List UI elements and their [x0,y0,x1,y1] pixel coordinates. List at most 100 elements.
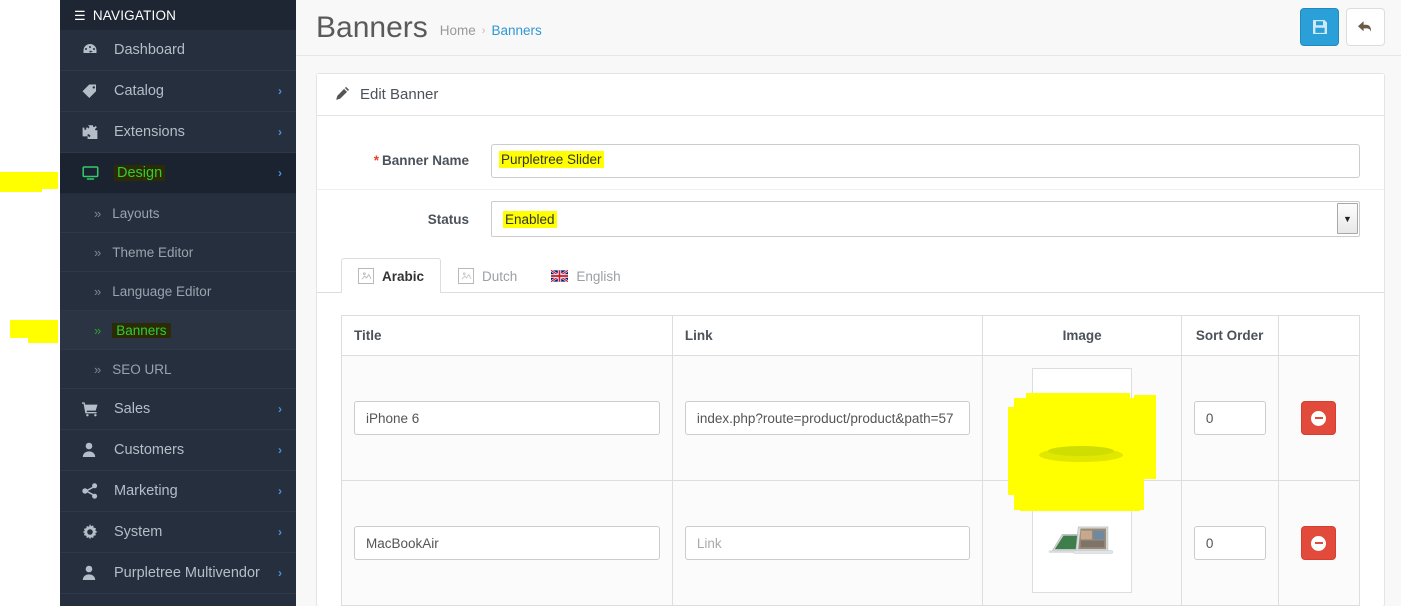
tab-dutch[interactable]: Dutch [441,258,534,293]
desktop-icon [82,165,104,181]
column-header-image: Image [982,315,1182,356]
sidebar-item-extensions[interactable]: Extensions › [60,112,296,153]
header-actions [1300,8,1385,46]
row-title-input[interactable] [354,526,660,560]
row-sort-order-input[interactable] [1193,401,1266,435]
column-header-sort-order: Sort Order [1180,315,1279,356]
panel-title: Edit Banner [360,86,439,103]
sidebar-item-design[interactable]: Design › [60,153,296,194]
breadcrumb: Home › Banners [440,17,542,38]
highlighter-mark-design-2 [0,186,42,192]
cell-image [982,355,1182,481]
tab-label: Arabic [382,268,425,284]
sidebar-item-label: Extensions [114,124,185,140]
sidebar-item-label: Sales [114,401,151,417]
sidebar-item-purpletree-multivendor[interactable]: Purpletree Multivendor › [60,553,296,594]
tab-english[interactable]: English [534,258,637,293]
remove-row-button[interactable] [1301,401,1337,435]
cell-title [341,480,673,606]
required-marker: * [373,153,379,168]
sidebar-item-label: Design [114,165,166,181]
row-title-input[interactable] [354,401,660,435]
uk-flag-icon [550,269,569,283]
broken-image-icon [458,268,475,284]
cell-sort-order [1180,480,1279,606]
breadcrumb-item-banners[interactable]: Banners [491,23,541,38]
remove-row-button[interactable] [1301,526,1337,560]
chevron-right-icon: › [278,525,282,539]
sidebar-item-banners[interactable]: » Banners [60,311,296,350]
chevron-down-icon[interactable]: ▼ [1337,203,1358,234]
highlighter-mark-banners-2 [28,336,58,343]
sidebar-item-label: Theme Editor [112,244,194,260]
row-link-input[interactable] [684,401,971,435]
sidebar-item-system[interactable]: System › [60,512,296,553]
chevron-right-icon: › [278,484,282,498]
sidebar-item-seo-url[interactable]: » SEO URL [60,350,296,389]
sidebar-item-label: SEO URL [112,361,172,377]
pencil-icon [335,86,350,104]
column-header-title: Title [341,315,673,356]
gear-icon [82,524,104,540]
panel-header: Edit Banner [317,74,1384,116]
cell-image [982,480,1182,606]
sidebar-item-label: Purpletree Multivendor [114,565,260,581]
user-icon [82,442,104,458]
cell-link [671,355,984,481]
chevron-right-icon: » [94,361,102,377]
chevron-right-icon: » [94,322,102,338]
hamburger-icon[interactable]: ☰ [74,9,86,22]
banner-name-input[interactable] [491,143,1360,178]
status-select[interactable]: Enabled ▼ [491,201,1360,237]
column-header-actions [1277,315,1361,356]
sidebar-item-customers[interactable]: Customers › [60,430,296,471]
save-button[interactable] [1300,8,1339,46]
back-button[interactable] [1346,8,1385,46]
cell-link [671,480,984,606]
minus-circle-icon [1311,410,1327,426]
sidebar-item-catalog[interactable]: Catalog › [60,71,296,112]
table-row [341,480,1361,606]
sidebar: ☰ NAVIGATION Dashboard Catalog › Extensi… [60,0,296,606]
sidebar-item-language-editor[interactable]: » Language Editor [60,272,296,311]
status-label: Status [427,211,469,227]
broken-image-icon [358,268,374,284]
sidebar-item-label: Language Editor [112,283,212,299]
sidebar-item-theme-editor[interactable]: » Theme Editor [60,233,296,272]
tab-arabic[interactable]: Arabic [341,258,442,293]
chevron-right-icon: » [94,244,102,260]
cart-icon [82,401,104,417]
breadcrumb-item-home[interactable]: Home [440,23,476,38]
highlighter-mark-banners [10,320,58,338]
chevron-right-icon: › [278,84,282,98]
row-image-thumbnail[interactable] [1032,493,1133,593]
sidebar-item-label: Catalog [114,83,164,99]
sidebar-item-marketing[interactable]: Marketing › [60,471,296,512]
highlighter-mark-design [0,172,58,189]
sidebar-item-label: Dashboard [114,42,185,58]
chevron-right-icon: » [94,205,102,221]
sidebar-item-dashboard[interactable]: Dashboard [60,30,296,71]
language-tabs: Arabic Dutch English [317,248,1384,293]
row-image-thumbnail[interactable] [1032,368,1133,468]
panel-body: * Banner Name Purpletree Slider Status E… [317,116,1384,606]
main-content: Banners Home › Banners Edit Banner * Ban… [296,0,1401,606]
cell-actions [1277,480,1361,606]
table-row [341,355,1361,481]
cell-actions [1277,355,1361,481]
tab-label: English [576,268,621,284]
chevron-right-icon: » [94,283,102,299]
row-link-input[interactable] [684,526,971,560]
user-icon [82,565,104,581]
sidebar-item-label: Marketing [114,483,178,499]
status-select-box[interactable]: Enabled [491,201,1360,237]
row-sort-order-input[interactable] [1193,526,1266,560]
banner-images-table: Title Link Image Sort Order [341,315,1361,606]
sidebar-item-layouts[interactable]: » Layouts [60,194,296,233]
sidebar-item-label: Layouts [112,205,160,221]
sidebar-header: ☰ NAVIGATION [60,0,296,30]
sidebar-item-sales[interactable]: Sales › [60,389,296,430]
edit-banner-panel: Edit Banner * Banner Name Purpletree Slid… [316,73,1385,606]
chevron-right-icon: › [278,166,282,180]
chevron-right-icon: › [278,443,282,457]
